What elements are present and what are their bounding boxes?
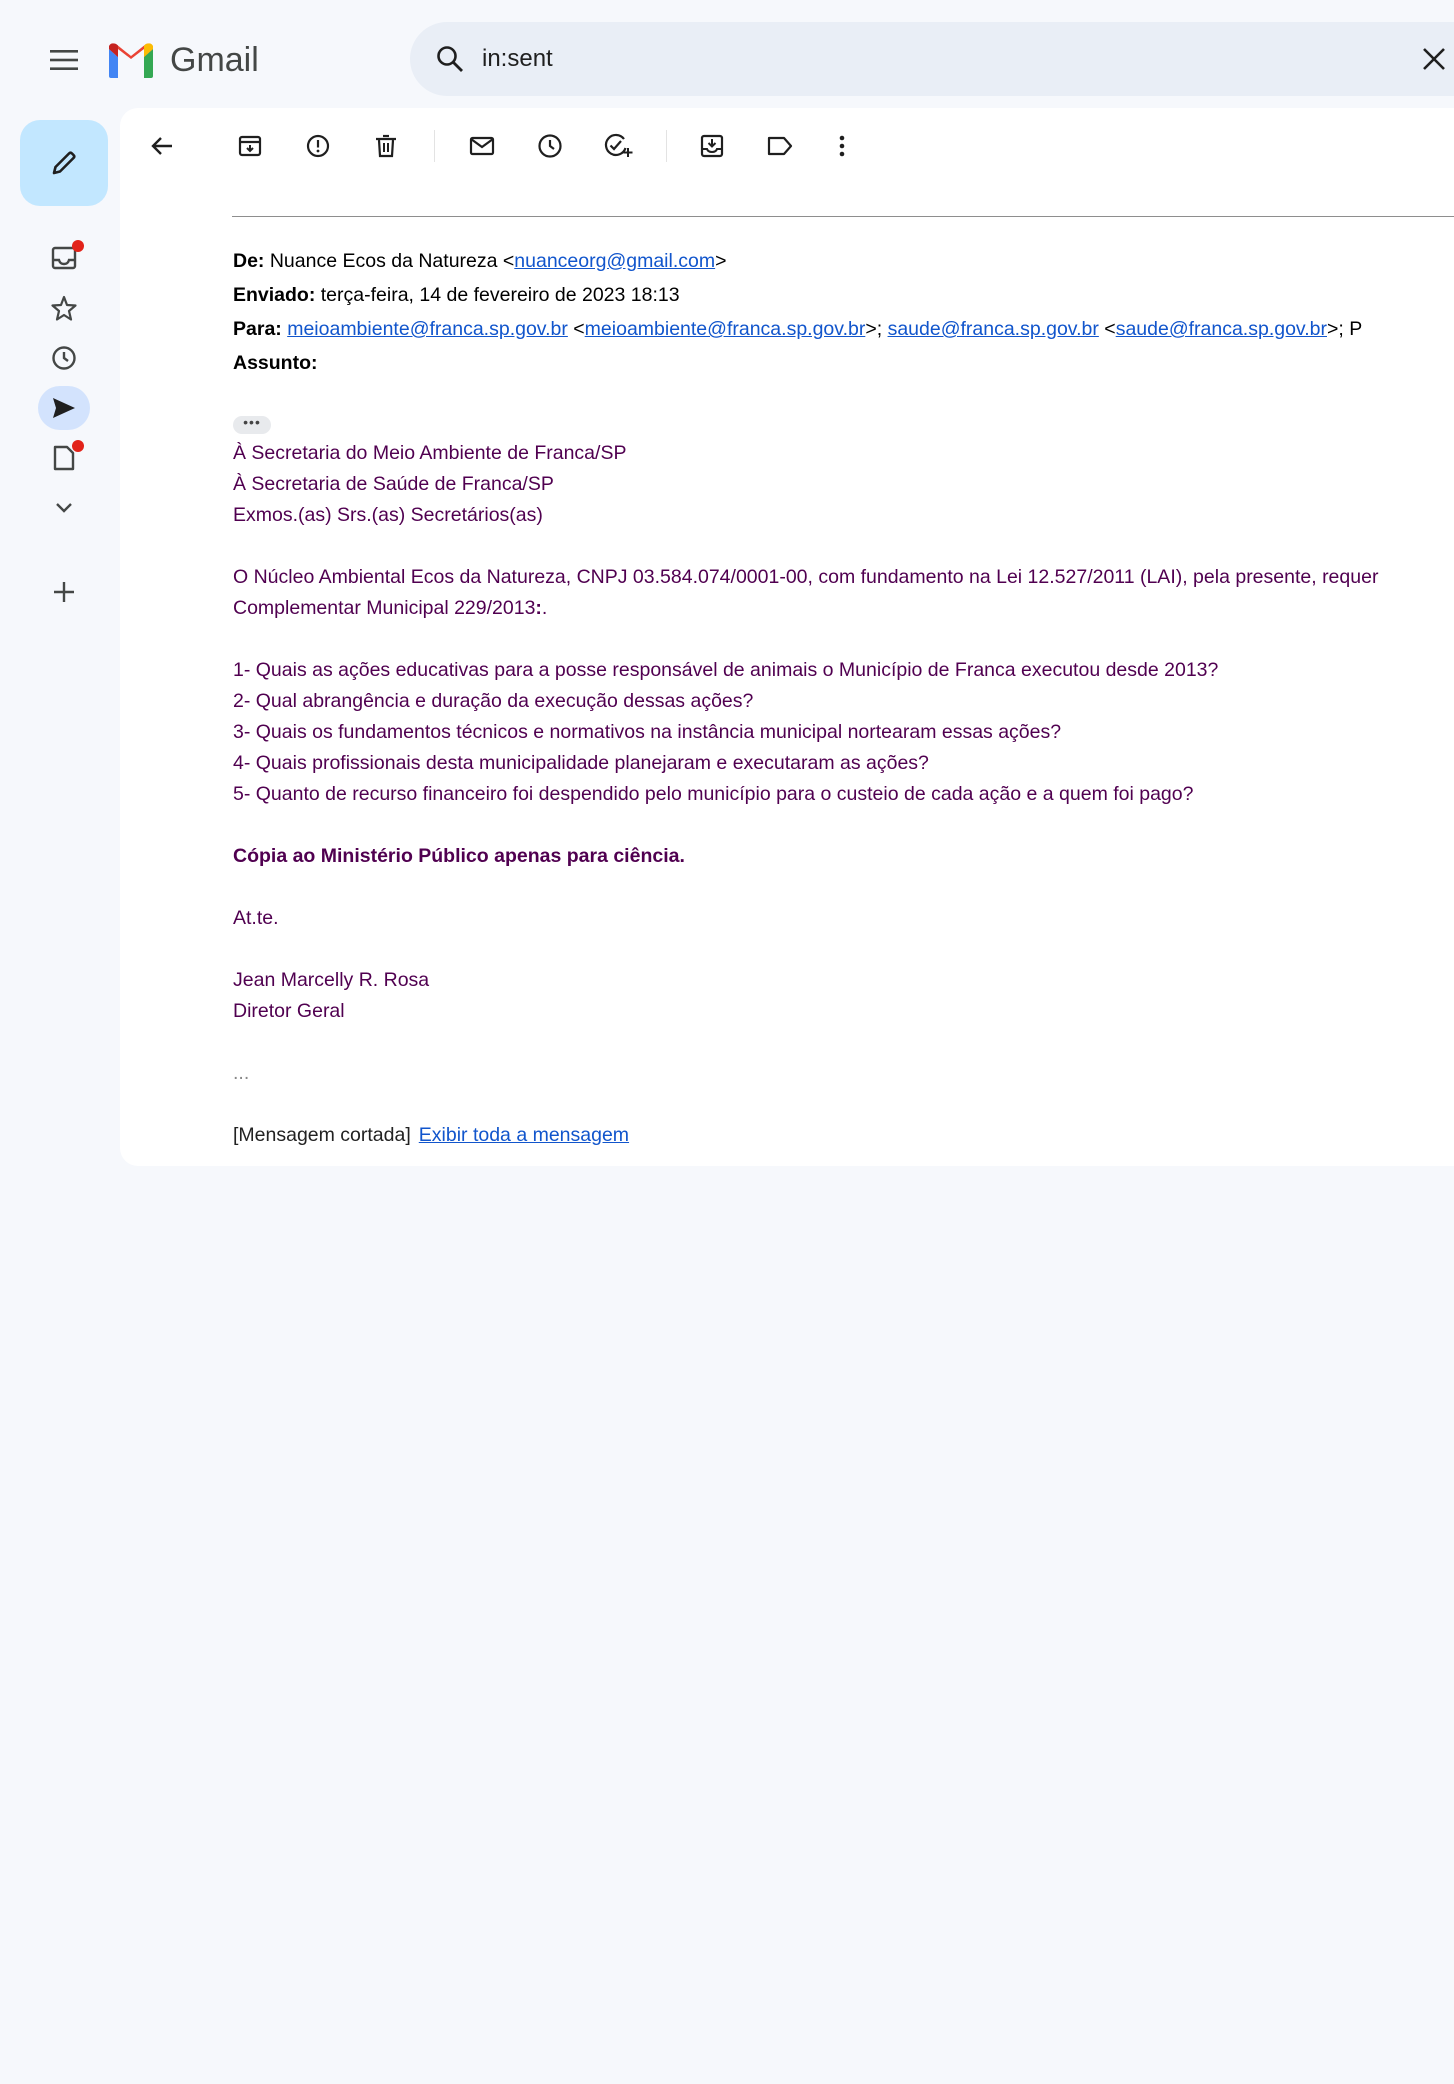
search-icon[interactable] [430, 39, 470, 79]
sent-line: Enviado: terça-feira, 14 de fevereiro de… [233, 278, 1454, 312]
question-item: 4- Quais profissionais desta municipalid… [233, 752, 929, 774]
from-name: Nuance Ecos da Natureza [269, 250, 498, 272]
body-line: Complementar Municipal 229/2013:. [233, 593, 1454, 624]
report-icon [306, 134, 330, 158]
to-email-link[interactable]: saude@franca.sp.gov.br [888, 318, 1099, 340]
to-email-link[interactable]: meioambiente@franca.sp.gov.br [585, 318, 866, 340]
body-line: O Núcleo Ambiental Ecos da Natureza, CNP… [233, 566, 1379, 588]
nav-drafts[interactable] [38, 436, 90, 480]
search-bar[interactable]: in:sent [410, 22, 1454, 96]
body-text: Complementar Municipal 229/2013 [233, 597, 536, 619]
report-spam-button[interactable] [298, 126, 338, 166]
question-item: 5- Quanto de recurso financeiro foi desp… [233, 783, 1194, 805]
body-text: . [541, 597, 548, 619]
clipped-notice: [Mensagem cortada] [233, 1124, 411, 1146]
question-item: 2- Qual abrangência e duração da execuçã… [233, 690, 754, 712]
snooze-button[interactable] [530, 126, 570, 166]
app-name: Gmail [170, 40, 259, 79]
signature-name: Jean Marcelly R. Rosa [233, 969, 430, 991]
mark-unread-button[interactable] [462, 126, 502, 166]
arrow-back-icon [151, 137, 172, 155]
question-item: 3- Quais os fundamentos técnicos e norma… [233, 721, 1062, 743]
delete-button[interactable] [366, 126, 406, 166]
clear-search-icon[interactable] [1414, 39, 1454, 79]
gmail-logo[interactable]: Gmail [106, 34, 259, 86]
sent-label: Enviado: [233, 284, 316, 306]
trash-icon [376, 134, 396, 158]
body-line: Exmos.(as) Srs.(as) Secretários(as) [233, 504, 543, 526]
move-to-inbox-icon [700, 134, 724, 158]
to-line: Para: meioambiente@franca.sp.gov.br <mei… [233, 318, 1363, 340]
body-line: À Secretaria do Meio Ambiente de Franca/… [233, 442, 627, 464]
nav-snoozed[interactable] [38, 336, 90, 380]
sent-date: terça-feira, 14 de fevereiro de 2023 18:… [320, 284, 680, 306]
message-body: De: Nuance Ecos da Natureza <nuanceorg@g… [233, 244, 1454, 1151]
clipped-message-line: [Mensagem cortada] Exibir toda a mensagem [233, 1120, 1454, 1151]
mail-icon [469, 136, 495, 156]
message-toolbar [120, 108, 1454, 180]
show-full-message-link[interactable]: Exibir toda a mensagem [419, 1124, 629, 1146]
top-bar: Gmail in:sent [0, 0, 1454, 112]
plus-icon [54, 582, 74, 602]
to-label: Para: [233, 318, 282, 340]
labels-button[interactable] [760, 126, 800, 166]
toolbar-divider [434, 130, 435, 162]
from-line: De: Nuance Ecos da Natureza <nuanceorg@g… [233, 250, 727, 272]
compose-button[interactable] [20, 120, 108, 206]
show-trimmed-content-button[interactable]: ••• [233, 415, 271, 434]
toolbar-divider [666, 130, 667, 162]
nav-create-label[interactable] [38, 570, 90, 614]
body-line: À Secretaria de Saúde de Franca/SP [233, 473, 554, 495]
message-card: De: Nuance Ecos da Natureza <nuanceorg@g… [120, 108, 1454, 1166]
add-to-tasks-button[interactable] [598, 126, 638, 166]
nav-starred[interactable] [38, 286, 90, 330]
to-email-link[interactable]: saude@franca.sp.gov.br [1116, 318, 1327, 340]
search-input[interactable]: in:sent [482, 45, 553, 73]
from-label: De: [233, 250, 265, 272]
drafts-badge [72, 440, 84, 452]
pencil-icon [52, 151, 76, 175]
to-overflow: ; P [1338, 318, 1363, 340]
hamburger-icon [50, 50, 78, 70]
back-button[interactable] [142, 126, 182, 166]
from-email-link[interactable]: nuanceorg@gmail.com [514, 250, 715, 272]
nav-more[interactable] [38, 486, 90, 530]
signature-title: Diretor Geral [233, 1000, 345, 1022]
copy-notice: Cópia ao Ministério Público apenas para … [233, 845, 685, 867]
send-icon [53, 398, 75, 418]
more-options-button[interactable] [822, 126, 862, 166]
chevron-down-icon [56, 503, 72, 513]
more-vert-icon [839, 135, 845, 157]
nav-sent[interactable] [38, 386, 90, 430]
archive-button[interactable] [230, 126, 270, 166]
main-menu-button[interactable] [38, 34, 90, 86]
closing: At.te. [233, 907, 279, 929]
gmail-m-icon [109, 43, 153, 78]
add-task-icon [604, 133, 633, 157]
snooze-clock-icon [538, 134, 562, 158]
subject-line: Assunto: [233, 346, 1454, 380]
nav-inbox[interactable] [38, 236, 90, 280]
star-icon [51, 295, 77, 321]
move-to-button[interactable] [692, 126, 732, 166]
to-email-link[interactable]: meioambiente@franca.sp.gov.br [287, 318, 568, 340]
trailing-dots: ... [233, 1062, 250, 1084]
question-item: 1- Quais as ações educativas para a poss… [233, 659, 1219, 681]
archive-icon [238, 135, 262, 157]
inbox-badge [72, 240, 84, 252]
subject-label: Assunto: [233, 352, 318, 374]
clock-icon [52, 346, 76, 370]
header-divider [232, 216, 1454, 217]
label-icon [767, 136, 793, 156]
